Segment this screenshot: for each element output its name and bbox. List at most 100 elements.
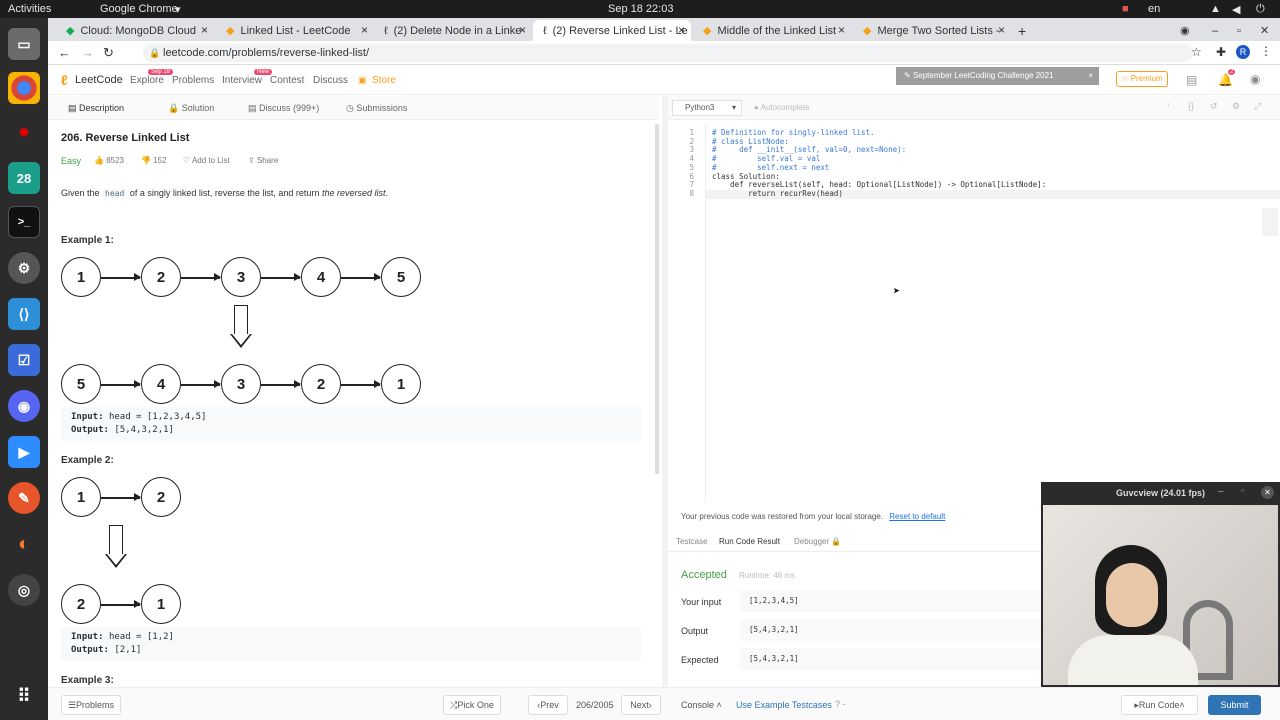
extensions-icon[interactable]: ✚ [1216, 45, 1226, 59]
side-tab[interactable] [1262, 208, 1278, 236]
settings-icon[interactable]: ⚙ [1232, 101, 1240, 112]
user-icon[interactable]: ◉ [1250, 72, 1260, 86]
dislike-button[interactable]: 👎 152 [141, 156, 167, 165]
tab-linked-list[interactable]: ◆ Linked List - LeetCode × [216, 20, 374, 41]
reload-icon[interactable]: ↻ [103, 45, 114, 61]
profile-avatar[interactable]: R [1236, 45, 1250, 59]
code-editor[interactable]: 1 # Definition for singly-linked list. 2 # … [668, 124, 1280, 502]
terminal-icon[interactable]: >_ [8, 206, 40, 238]
power-icon[interactable]: ⏻ [1256, 3, 1265, 16]
share-button[interactable]: ⇪ Share [248, 156, 278, 165]
tab-description[interactable]: ▤ Description [68, 103, 124, 114]
input-label: Your input [681, 597, 722, 607]
tab-testcase[interactable]: Testcase [676, 537, 708, 546]
activities-button[interactable]: Activities [8, 3, 51, 15]
maximize-icon[interactable]: ▫ [1241, 486, 1244, 495]
forward-icon[interactable]: → [81, 45, 94, 60]
next-button[interactable]: Next › [621, 695, 661, 715]
close-icon[interactable]: × [1088, 67, 1093, 85]
run-code-button[interactable]: ▸ Run Code ˄ [1121, 695, 1198, 715]
app-menu[interactable]: Google Chrome [100, 3, 178, 15]
tab-run-code-result[interactable]: Run Code Result [719, 537, 780, 546]
fullscreen-icon[interactable]: ⤢ [1254, 101, 1261, 112]
tab-reverse-linked-list[interactable]: ℓ (2) Reverse Linked List - Le × [533, 20, 691, 41]
brand-name[interactable]: LeetCode [75, 74, 123, 86]
reset-to-default-link[interactable]: Reset to default [889, 512, 945, 521]
settings-icon[interactable]: ⚙ [8, 252, 40, 284]
tab-mongodb[interactable]: ◆ Cloud: MongoDB Cloud × [56, 20, 214, 41]
webcam-preview-window[interactable]: Guvcview (24.01 fps) – ▫ ✕ [1041, 482, 1280, 687]
submit-button[interactable]: Submit [1208, 695, 1261, 715]
nav-discuss[interactable]: Discuss [313, 75, 348, 86]
nav-contest[interactable]: Contest [270, 75, 304, 86]
webcam-icon[interactable]: ◎ [8, 574, 40, 606]
tasks-icon[interactable]: ☑ [8, 344, 40, 376]
autocomplete-toggle[interactable]: ● Autocomplete [754, 103, 810, 112]
prev-button[interactable]: ‹ Prev [528, 695, 568, 715]
new-tab-button[interactable]: + [1014, 20, 1034, 41]
info-icon[interactable]: ⁱ [1168, 101, 1170, 112]
tab-debugger[interactable]: Debugger 🔒 [794, 537, 841, 546]
nav-store[interactable]: Store [372, 75, 396, 86]
chrome-icon[interactable] [8, 72, 40, 104]
tab-submissions[interactable]: ◷ Submissions [346, 103, 407, 114]
braces-icon[interactable]: {} [1188, 101, 1194, 111]
clock[interactable]: Sep 18 22:03 [608, 3, 673, 15]
code-line[interactable]: return recurRev(head) [712, 189, 843, 199]
tab-middle[interactable]: ◆ Middle of the Linked List × [693, 20, 851, 41]
pin-icon: ✎ [904, 71, 913, 80]
star-icon[interactable]: ☆ [1191, 45, 1202, 59]
console-toggle[interactable]: Console ˄ [681, 700, 722, 710]
calendar-icon[interactable]: 28 [8, 162, 40, 194]
tab-solution[interactable]: 🔒 Solution [168, 103, 214, 114]
app-grid-icon[interactable]: ⠿ [8, 680, 40, 712]
minimize-icon[interactable]: – [1218, 486, 1224, 497]
window-close-icon[interactable]: ✕ [1256, 20, 1276, 41]
use-example-testcases-link[interactable]: Use Example Testcases [736, 700, 832, 710]
down-arrow-icon [109, 525, 123, 555]
bell-icon[interactable]: 🔔 [1218, 73, 1233, 87]
back-icon[interactable]: ← [58, 45, 71, 60]
challenge-banner[interactable]: ✎ September LeetCoding Challenge 2021 × [896, 67, 1099, 85]
maximize-icon[interactable]: ▫ [1233, 20, 1253, 41]
close-icon[interactable]: × [519, 23, 526, 37]
leetcode-logo-icon[interactable]: ℓ [61, 72, 68, 88]
vscode-icon[interactable]: ⟨⟩ [8, 298, 40, 330]
volume-icon[interactable]: ◀ [1232, 3, 1240, 16]
pick-one-button[interactable]: ⤮ Pick One [443, 695, 501, 715]
close-icon[interactable]: × [678, 23, 685, 37]
minimize-icon[interactable]: – [1208, 20, 1228, 41]
reset-icon[interactable]: ↺ [1210, 101, 1218, 112]
tab-delete-node[interactable]: ℓ (2) Delete Node in a Linke × [374, 20, 532, 41]
close-icon[interactable]: × [838, 23, 845, 37]
playground-icon[interactable]: ▤ [1186, 73, 1197, 87]
url-field[interactable]: 🔒 leetcode.com/problems/reverse-linked-l… [143, 44, 1193, 62]
close-icon[interactable]: × [201, 23, 208, 37]
close-icon[interactable]: × [361, 23, 368, 37]
share-icon: ⇪ [248, 156, 257, 165]
zoom-icon[interactable]: ▶ [8, 436, 40, 468]
discord-icon[interactable]: ◉ [8, 390, 40, 422]
close-icon[interactable]: × [998, 23, 1005, 37]
add-to-list-button[interactable]: ♡ Add to List [183, 156, 230, 165]
tab-search-icon[interactable]: ◉ [1178, 20, 1198, 41]
tab-discuss[interactable]: ▤ Discuss (999+) [248, 103, 319, 114]
cherry-icon[interactable]: ● [8, 116, 40, 148]
problems-button[interactable]: ☰ Problems [61, 695, 121, 715]
network-icon[interactable]: ▲ [1210, 3, 1221, 15]
description-scrollbar[interactable] [655, 124, 659, 474]
help-icon[interactable]: ? - [835, 699, 846, 709]
close-icon[interactable]: ✕ [1261, 486, 1274, 499]
kebab-menu-icon[interactable]: ⋮ [1260, 44, 1272, 58]
language-indicator[interactable]: en [1148, 3, 1160, 15]
premium-button[interactable]: ☆ Premium [1116, 71, 1168, 87]
files-icon[interactable]: ▭ [8, 28, 40, 60]
nav-interview[interactable]: Interview [222, 75, 262, 86]
like-button[interactable]: 👍 8523 [94, 156, 124, 165]
nav-problems[interactable]: Problems [172, 75, 214, 86]
blender-icon[interactable]: ◐ [8, 528, 40, 560]
tab-merge[interactable]: ◆ Merge Two Sorted Lists - × [853, 20, 1011, 41]
postman-icon[interactable]: ✎ [8, 482, 40, 514]
nav-explore[interactable]: Explore [130, 75, 164, 86]
language-select[interactable]: Python3 ▾ [672, 100, 742, 116]
